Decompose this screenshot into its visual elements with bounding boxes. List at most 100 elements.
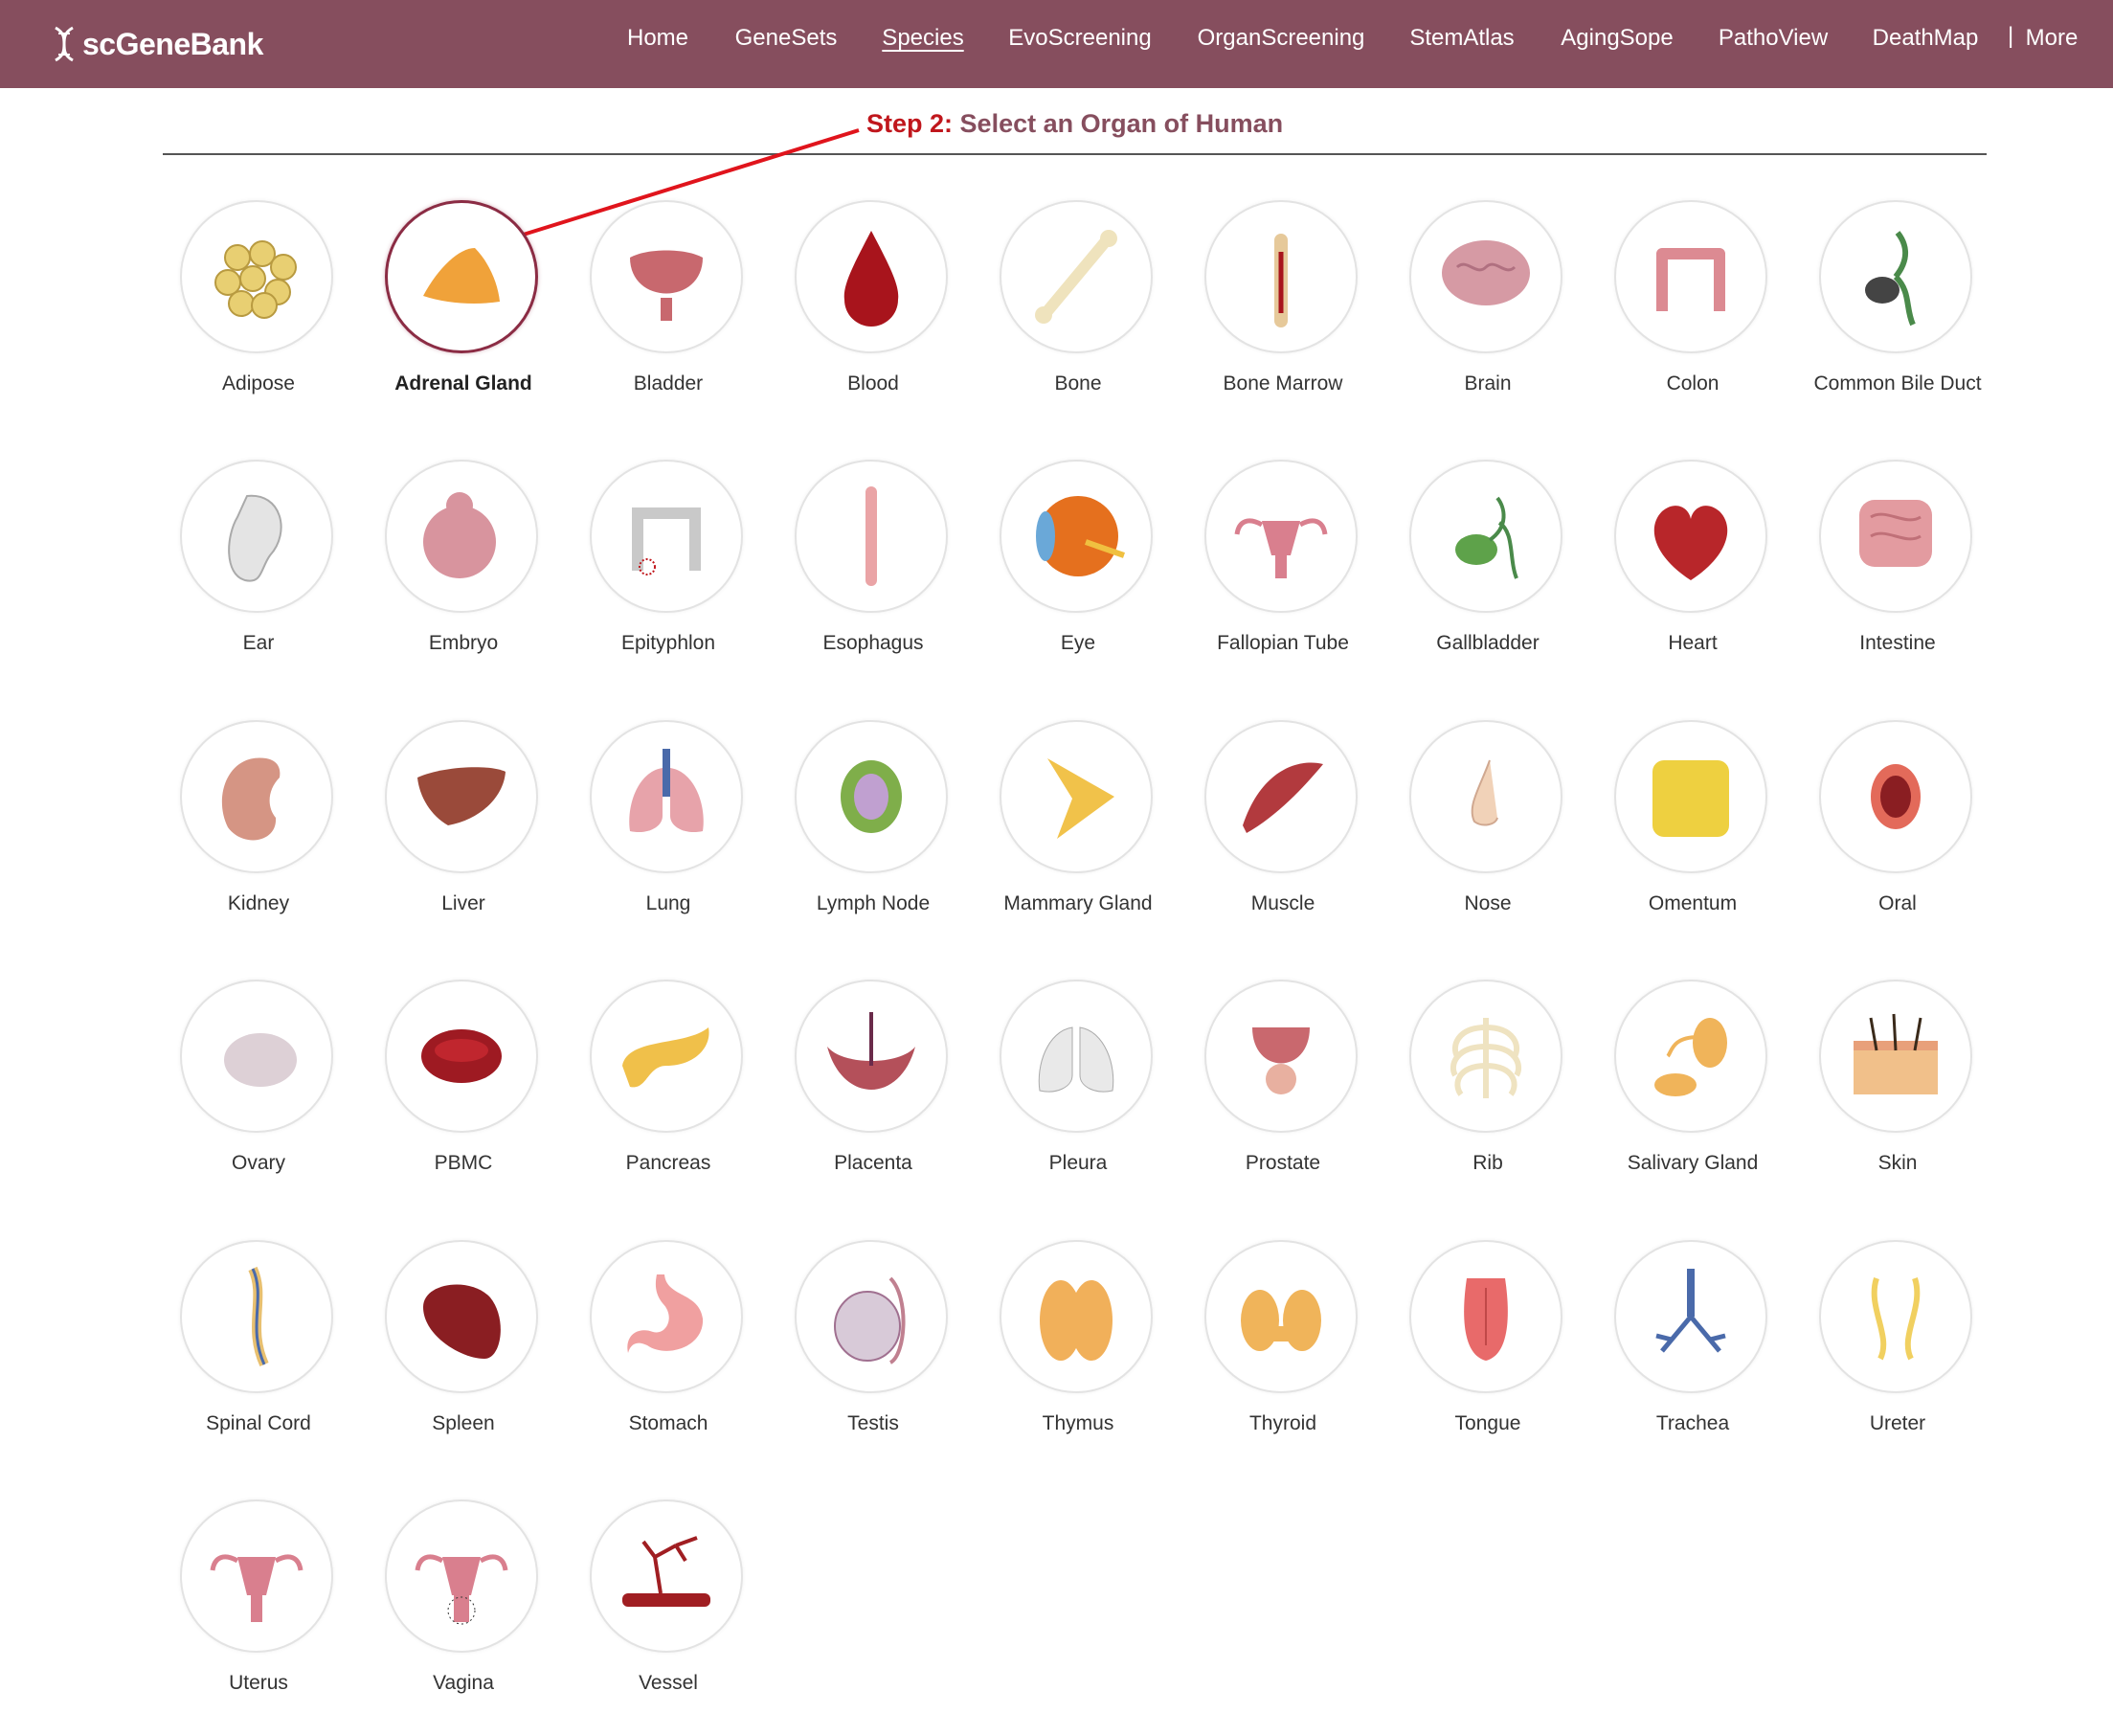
organ-thumbnail[interactable]: [590, 720, 743, 873]
organ-thumbnail[interactable]: [590, 200, 743, 353]
organ-tongue[interactable]: Tongue: [1385, 1240, 1590, 1451]
organ-placenta[interactable]: Placenta: [771, 980, 976, 1190]
organ-bone-marrow[interactable]: Bone Marrow: [1180, 200, 1385, 411]
organ-thumbnail[interactable]: [385, 1240, 538, 1393]
organ-thumbnail[interactable]: [385, 980, 538, 1133]
organ-thumbnail[interactable]: [1409, 1240, 1562, 1393]
organ-thumbnail[interactable]: [180, 460, 333, 613]
organ-vessel[interactable]: Vessel: [566, 1499, 771, 1710]
organ-brain[interactable]: Brain: [1385, 200, 1590, 411]
organ-thyroid[interactable]: Thyroid: [1180, 1240, 1385, 1451]
organ-thumbnail[interactable]: [180, 1499, 333, 1653]
organ-thumbnail[interactable]: [590, 1240, 743, 1393]
organ-thumbnail[interactable]: [385, 1499, 538, 1653]
organ-uterus[interactable]: Uterus: [156, 1499, 361, 1710]
organ-fallopian-tube[interactable]: Fallopian Tube: [1180, 460, 1385, 670]
organ-adrenal-gland[interactable]: Adrenal Gland: [361, 200, 566, 411]
organ-thumbnail[interactable]: [1204, 980, 1358, 1133]
organ-thumbnail[interactable]: [1409, 460, 1562, 613]
organ-lung[interactable]: Lung: [566, 720, 771, 931]
organ-common-bile-duct[interactable]: Common Bile Duct: [1795, 200, 2000, 411]
organ-trachea[interactable]: Trachea: [1590, 1240, 1795, 1451]
organ-prostate[interactable]: Prostate: [1180, 980, 1385, 1190]
organ-spleen[interactable]: Spleen: [361, 1240, 566, 1451]
organ-label[interactable]: Skin: [1766, 1152, 2029, 1175]
organ-pbmc[interactable]: PBMC: [361, 980, 566, 1190]
organ-label[interactable]: Common Bile Duct: [1766, 372, 2029, 395]
organ-thumbnail[interactable]: [590, 460, 743, 613]
organ-thumbnail[interactable]: [1614, 460, 1767, 613]
organ-stomach[interactable]: Stomach: [566, 1240, 771, 1451]
organ-thymus[interactable]: Thymus: [976, 1240, 1180, 1451]
organ-label[interactable]: Oral: [1766, 892, 2029, 915]
organ-thumbnail[interactable]: [180, 720, 333, 873]
organ-lymph-node[interactable]: Lymph Node: [771, 720, 976, 931]
organ-rib[interactable]: Rib: [1385, 980, 1590, 1190]
organ-pleura[interactable]: Pleura: [976, 980, 1180, 1190]
organ-mammary-gland[interactable]: Mammary Gland: [976, 720, 1180, 931]
organ-embryo[interactable]: Embryo: [361, 460, 566, 670]
organ-thumbnail[interactable]: [1204, 460, 1358, 613]
organ-thumbnail[interactable]: [180, 200, 333, 353]
organ-thumbnail[interactable]: [1000, 200, 1153, 353]
organ-oral[interactable]: Oral: [1795, 720, 2000, 931]
organ-thumbnail[interactable]: [1204, 720, 1358, 873]
organ-thumbnail[interactable]: [1204, 1240, 1358, 1393]
organ-blood[interactable]: Blood: [771, 200, 976, 411]
organ-salivary-gland[interactable]: Salivary Gland: [1590, 980, 1795, 1190]
organ-gallbladder[interactable]: Gallbladder: [1385, 460, 1590, 670]
organ-label[interactable]: Ureter: [1766, 1412, 2029, 1435]
organ-omentum[interactable]: Omentum: [1590, 720, 1795, 931]
organ-heart[interactable]: Heart: [1590, 460, 1795, 670]
organ-vagina[interactable]: Vagina: [361, 1499, 566, 1710]
organ-thumbnail[interactable]: [590, 1499, 743, 1653]
organ-thumbnail[interactable]: [1614, 980, 1767, 1133]
organ-ureter[interactable]: Ureter: [1795, 1240, 2000, 1451]
organ-thumbnail[interactable]: [1409, 980, 1562, 1133]
organ-bone[interactable]: Bone: [976, 200, 1180, 411]
organ-label[interactable]: Intestine: [1766, 632, 2029, 655]
organ-thumbnail[interactable]: [1819, 1240, 1972, 1393]
organ-thumbnail[interactable]: [590, 980, 743, 1133]
organ-thumbnail[interactable]: [1409, 200, 1562, 353]
organ-thumbnail[interactable]: [1614, 200, 1767, 353]
organ-thumbnail[interactable]: [1204, 200, 1358, 353]
organ-thumbnail[interactable]: [385, 720, 538, 873]
organ-label[interactable]: Vessel: [537, 1672, 799, 1695]
organ-thumbnail[interactable]: [1614, 720, 1767, 873]
organ-eye[interactable]: Eye: [976, 460, 1180, 670]
organ-thumbnail[interactable]: [385, 460, 538, 613]
organ-spinal-cord[interactable]: Spinal Cord: [156, 1240, 361, 1451]
organ-thumbnail[interactable]: [1819, 980, 1972, 1133]
organ-testis[interactable]: Testis: [771, 1240, 976, 1451]
organ-thumbnail[interactable]: [795, 460, 948, 613]
organ-thumbnail[interactable]: [1000, 980, 1153, 1133]
organ-pancreas[interactable]: Pancreas: [566, 980, 771, 1190]
organ-thumbnail[interactable]: [795, 980, 948, 1133]
organ-thumbnail[interactable]: [795, 720, 948, 873]
organ-thumbnail[interactable]: [1000, 1240, 1153, 1393]
organ-thumbnail[interactable]: [1000, 720, 1153, 873]
organ-epityphlon[interactable]: Epityphlon: [566, 460, 771, 670]
organ-liver[interactable]: Liver: [361, 720, 566, 931]
organ-colon[interactable]: Colon: [1590, 200, 1795, 411]
organ-thumbnail[interactable]: [385, 200, 538, 353]
organ-esophagus[interactable]: Esophagus: [771, 460, 976, 670]
organ-adipose[interactable]: Adipose: [156, 200, 361, 411]
organ-skin[interactable]: Skin: [1795, 980, 2000, 1190]
organ-thumbnail[interactable]: [1409, 720, 1562, 873]
organ-thumbnail[interactable]: [795, 200, 948, 353]
organ-bladder[interactable]: Bladder: [566, 200, 771, 411]
organ-thumbnail[interactable]: [795, 1240, 948, 1393]
organ-intestine[interactable]: Intestine: [1795, 460, 2000, 670]
organ-ovary[interactable]: Ovary: [156, 980, 361, 1190]
organ-thumbnail[interactable]: [1819, 200, 1972, 353]
organ-nose[interactable]: Nose: [1385, 720, 1590, 931]
organ-thumbnail[interactable]: [1614, 1240, 1767, 1393]
organ-thumbnail[interactable]: [1819, 460, 1972, 613]
organ-kidney[interactable]: Kidney: [156, 720, 361, 931]
organ-ear[interactable]: Ear: [156, 460, 361, 670]
organ-thumbnail[interactable]: [1819, 720, 1972, 873]
organ-muscle[interactable]: Muscle: [1180, 720, 1385, 931]
organ-thumbnail[interactable]: [180, 1240, 333, 1393]
